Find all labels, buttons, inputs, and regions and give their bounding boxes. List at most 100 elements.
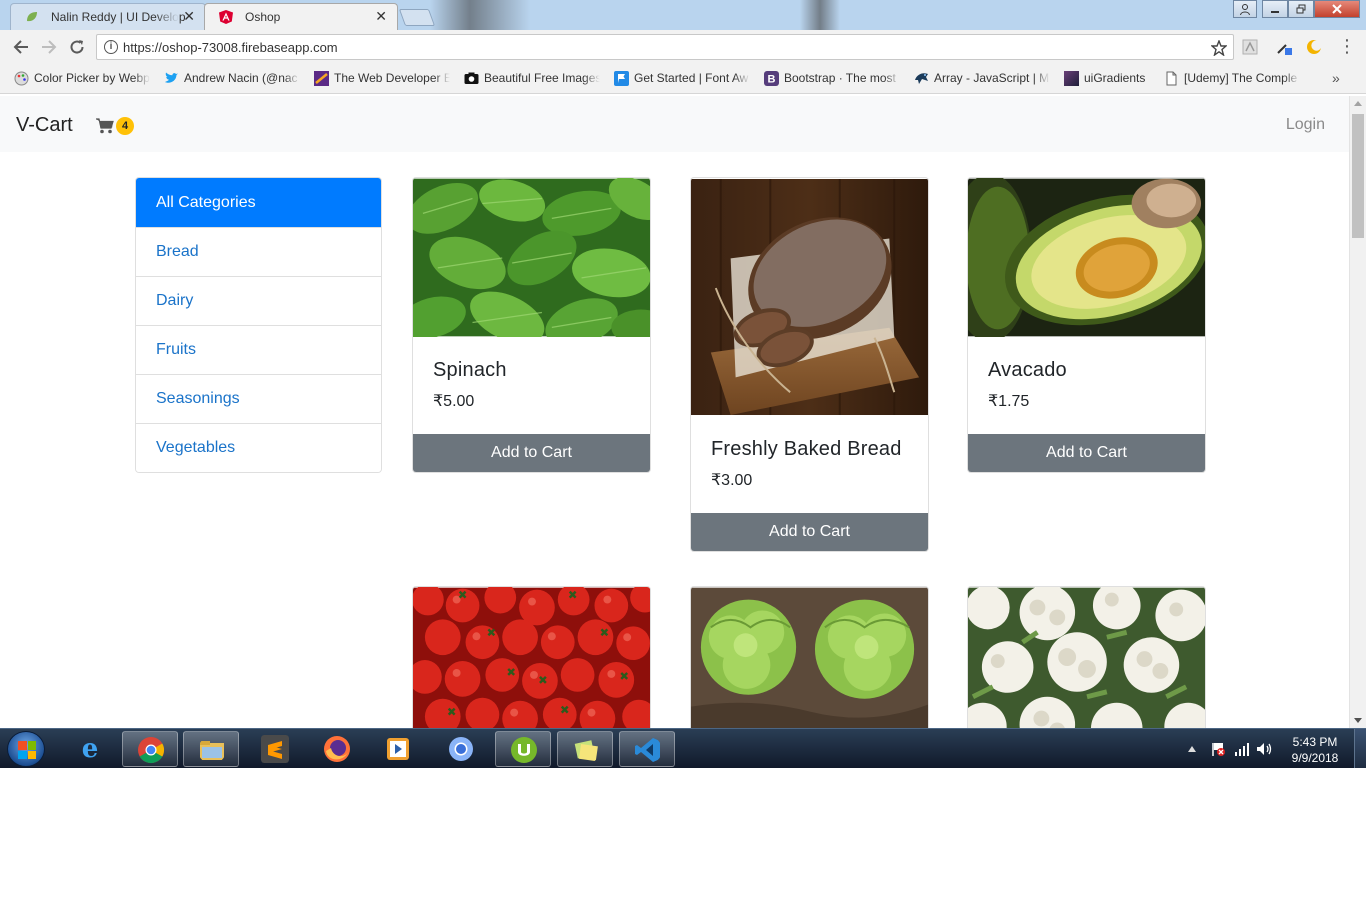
bookmarks-overflow-icon[interactable]: » bbox=[1332, 70, 1340, 86]
new-tab-button[interactable] bbox=[398, 9, 436, 26]
cart-count-badge: 4 bbox=[116, 117, 135, 135]
product-card-tomatoes bbox=[412, 586, 651, 728]
lettuce-image bbox=[691, 587, 928, 728]
flag-icon bbox=[614, 71, 629, 86]
bookmark-uigradients[interactable]: uiGradients bbox=[1064, 71, 1154, 87]
spinach-image bbox=[413, 178, 650, 337]
clock-date: 9/9/2018 bbox=[1291, 751, 1339, 765]
user-profile-button[interactable] bbox=[1233, 0, 1257, 18]
tab-oshop[interactable]: Oshop ✕ bbox=[204, 3, 398, 30]
leaf-favicon-icon bbox=[27, 12, 37, 22]
category-item-bread[interactable]: Bread bbox=[136, 227, 381, 276]
gradient-icon bbox=[1064, 71, 1079, 86]
minimize-button[interactable] bbox=[1262, 0, 1288, 18]
pdf-extension-icon[interactable] bbox=[1242, 39, 1258, 55]
tab-close-icon[interactable]: ✕ bbox=[183, 8, 195, 25]
browser-menu-icon[interactable]: ⋮ bbox=[1338, 35, 1356, 57]
desktop-background bbox=[430, 0, 530, 30]
network-signal-icon[interactable] bbox=[1234, 742, 1250, 756]
svg-text:B: B bbox=[768, 74, 776, 86]
taskbar-internet-explorer[interactable]: e bbox=[62, 731, 118, 767]
page-viewport: V-Cart 4 Login All Categories Bread Dair… bbox=[0, 96, 1366, 728]
category-item-dairy[interactable]: Dairy bbox=[136, 276, 381, 325]
restore-button[interactable] bbox=[1288, 0, 1314, 18]
scroll-up-icon[interactable] bbox=[1354, 101, 1362, 106]
category-item-fruits[interactable]: Fruits bbox=[136, 325, 381, 374]
product-title: Avacado bbox=[988, 359, 1067, 381]
bookmark-star-icon[interactable] bbox=[1211, 40, 1227, 56]
scrollbar-thumb[interactable] bbox=[1352, 114, 1364, 238]
info-icon[interactable]: i bbox=[104, 40, 118, 54]
brand-logo[interactable]: V-Cart bbox=[16, 114, 73, 137]
clock-time: 5:43 PM bbox=[1292, 735, 1338, 749]
reload-icon bbox=[70, 40, 84, 54]
add-to-cart-button[interactable]: Add to Cart bbox=[691, 513, 928, 551]
product-card-bread: Freshly Baked Bread ₹3.00 Add to Cart bbox=[690, 177, 929, 552]
blank-area bbox=[0, 768, 1366, 900]
taskbar-sticky-notes[interactable] bbox=[557, 731, 613, 767]
category-item-vegetables[interactable]: Vegetables bbox=[136, 423, 381, 472]
taskbar-chrome[interactable] bbox=[122, 731, 178, 767]
bookmark-web-developer[interactable]: The Web Developer E bbox=[314, 71, 450, 87]
category-item-seasonings[interactable]: Seasonings bbox=[136, 374, 381, 423]
desktop-background bbox=[800, 0, 840, 30]
action-center-flag-icon[interactable] bbox=[1210, 741, 1226, 757]
folder-icon bbox=[200, 741, 224, 760]
eyedropper-extension-icon[interactable] bbox=[1276, 39, 1292, 55]
close-window-button[interactable] bbox=[1314, 0, 1360, 18]
scroll-down-icon[interactable] bbox=[1354, 718, 1362, 723]
bookmark-andrew-nacin[interactable]: Andrew Nacin (@nac bbox=[164, 71, 300, 87]
show-desktop-button[interactable] bbox=[1354, 729, 1366, 769]
system-tray bbox=[1180, 729, 1280, 769]
back-button[interactable] bbox=[10, 36, 32, 58]
login-link[interactable]: Login bbox=[1286, 116, 1325, 134]
product-price: ₹3.00 bbox=[711, 472, 753, 489]
taskbar-chrome-canary[interactable] bbox=[433, 731, 489, 767]
product-price: ₹1.75 bbox=[988, 393, 1030, 410]
tray-overflow-icon[interactable] bbox=[1188, 746, 1196, 752]
bootstrap-icon: B bbox=[764, 71, 779, 86]
internet-explorer-icon: e bbox=[81, 734, 99, 764]
url-text[interactable]: https://oshop-73008.firebaseapp.com bbox=[123, 40, 338, 55]
bookmarks-bar: Color Picker by Webp Andrew Nacin (@nac … bbox=[0, 64, 1366, 94]
forward-button[interactable] bbox=[38, 36, 60, 58]
category-item-all[interactable]: All Categories bbox=[136, 178, 381, 227]
shopping-cart-icon bbox=[96, 118, 114, 134]
bookmark-font-awesome[interactable]: Get Started | Font Aw bbox=[614, 71, 750, 87]
tab-nalin-reddy[interactable]: Nalin Reddy | UI Develop ✕ bbox=[10, 3, 206, 30]
taskbar-utorrent[interactable] bbox=[495, 731, 551, 767]
night-mode-extension-icon[interactable] bbox=[1306, 39, 1322, 55]
add-to-cart-button[interactable]: Add to Cart bbox=[413, 434, 650, 472]
taskbar-vscode[interactable] bbox=[619, 731, 675, 767]
bookmark-udemy[interactable]: [Udemy] The Comple bbox=[1164, 71, 1300, 87]
category-list: All Categories Bread Dairy Fruits Season… bbox=[135, 177, 382, 473]
taskbar-media-player[interactable] bbox=[370, 731, 426, 767]
site-navbar: V-Cart 4 Login bbox=[0, 96, 1349, 152]
camera-icon bbox=[464, 72, 479, 84]
tab-title: Oshop bbox=[245, 10, 281, 24]
sublime-text-icon bbox=[261, 735, 289, 763]
firefox-icon bbox=[324, 736, 350, 762]
bookmark-mdn-array[interactable]: Array - JavaScript | M bbox=[914, 71, 1050, 87]
address-bar[interactable]: i https://oshop-73008.firebaseapp.com bbox=[96, 34, 1234, 60]
arrow-right-icon bbox=[42, 40, 57, 54]
page-scrollbar[interactable] bbox=[1349, 96, 1366, 728]
bookmark-free-images[interactable]: Beautiful Free Images bbox=[464, 71, 600, 87]
browser-toolbar: i https://oshop-73008.firebaseapp.com ⋮ bbox=[0, 30, 1366, 64]
product-card-spinach: Spinach ₹5.00 Add to Cart bbox=[412, 177, 651, 473]
palette-icon bbox=[14, 71, 29, 86]
reload-button[interactable] bbox=[66, 36, 88, 58]
taskbar-firefox[interactable] bbox=[309, 731, 365, 767]
bookmark-bootstrap[interactable]: B Bootstrap · The most bbox=[764, 71, 900, 87]
taskbar-file-explorer[interactable] bbox=[183, 731, 239, 767]
shopping-cart-link[interactable]: 4 bbox=[96, 116, 135, 136]
product-title: Freshly Baked Bread bbox=[711, 438, 902, 460]
taskbar-sublime-text[interactable] bbox=[247, 731, 303, 767]
system-clock[interactable]: 5:43 PM 9/9/2018 bbox=[1282, 734, 1348, 766]
user-icon bbox=[1240, 3, 1250, 15]
add-to-cart-button[interactable]: Add to Cart bbox=[968, 434, 1205, 472]
bookmark-color-picker[interactable]: Color Picker by Webp bbox=[14, 71, 150, 87]
start-button[interactable] bbox=[7, 731, 45, 767]
volume-icon[interactable] bbox=[1256, 742, 1274, 756]
tab-close-icon[interactable]: ✕ bbox=[375, 8, 387, 25]
